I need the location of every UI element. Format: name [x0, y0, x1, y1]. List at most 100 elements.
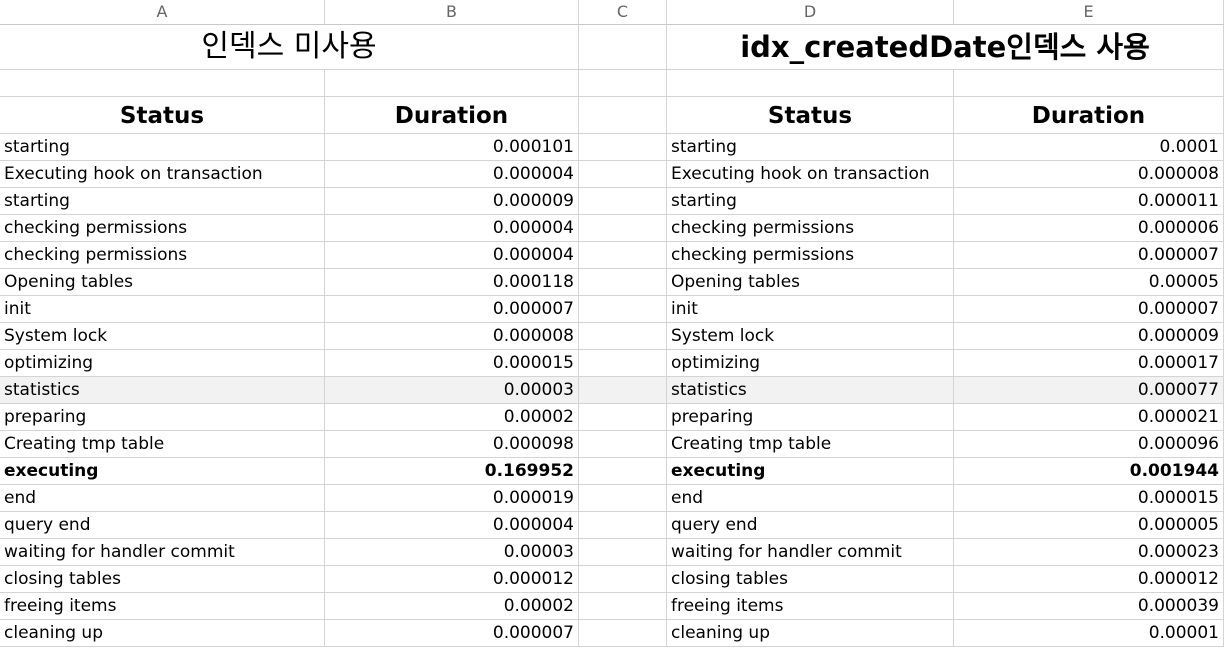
right-duration-cell[interactable]: 0.000005 — [954, 512, 1224, 539]
right-duration-cell[interactable]: 0.000015 — [954, 485, 1224, 512]
right-status-cell[interactable]: checking permissions — [667, 242, 954, 269]
right-duration-cell[interactable]: 0.000023 — [954, 539, 1224, 566]
right-duration-cell[interactable]: 0.000012 — [954, 566, 1224, 593]
spacer-cell[interactable] — [579, 323, 667, 350]
spacer-cell[interactable] — [579, 269, 667, 296]
right-duration-cell[interactable]: 0.000011 — [954, 188, 1224, 215]
right-status-cell[interactable]: query end — [667, 512, 954, 539]
right-status-cell[interactable]: closing tables — [667, 566, 954, 593]
spacer-cell[interactable] — [579, 620, 667, 647]
right-status-cell[interactable]: System lock — [667, 323, 954, 350]
spacer-cell[interactable] — [579, 97, 667, 134]
left-status-cell[interactable]: freeing items — [0, 593, 325, 620]
right-duration-cell[interactable]: 0.000009 — [954, 323, 1224, 350]
left-duration-cell[interactable]: 0.000019 — [325, 485, 579, 512]
blank-cell[interactable] — [954, 70, 1224, 97]
column-header-c[interactable]: C — [579, 0, 667, 25]
left-status-cell[interactable]: init — [0, 296, 325, 323]
blank-cell[interactable] — [325, 70, 579, 97]
right-status-cell[interactable]: waiting for handler commit — [667, 539, 954, 566]
spacer-cell[interactable] — [579, 296, 667, 323]
left-status-cell[interactable]: Opening tables — [0, 269, 325, 296]
spacer-cell[interactable] — [579, 593, 667, 620]
blank-cell[interactable] — [0, 70, 325, 97]
spacer-cell[interactable] — [579, 188, 667, 215]
left-duration-cell[interactable]: 0.169952 — [325, 458, 579, 485]
left-status-cell[interactable]: System lock — [0, 323, 325, 350]
spacer-cell[interactable] — [579, 377, 667, 404]
left-duration-cell[interactable]: 0.000004 — [325, 242, 579, 269]
spacer-cell[interactable] — [579, 512, 667, 539]
right-status-cell[interactable]: init — [667, 296, 954, 323]
spacer-cell[interactable] — [579, 215, 667, 242]
left-duration-cell[interactable]: 0.000012 — [325, 566, 579, 593]
left-status-cell[interactable]: cleaning up — [0, 620, 325, 647]
left-status-cell[interactable]: starting — [0, 134, 325, 161]
right-duration-cell[interactable]: 0.000017 — [954, 350, 1224, 377]
left-duration-cell[interactable]: 0.000101 — [325, 134, 579, 161]
right-duration-cell[interactable]: 0.000006 — [954, 215, 1224, 242]
spacer-cell[interactable] — [579, 134, 667, 161]
right-status-cell[interactable]: freeing items — [667, 593, 954, 620]
right-duration-cell[interactable]: 0.00001 — [954, 620, 1224, 647]
left-status-cell[interactable]: starting — [0, 188, 325, 215]
left-duration-cell[interactable]: 0.000004 — [325, 512, 579, 539]
left-status-cell[interactable]: statistics — [0, 377, 325, 404]
left-status-cell[interactable]: preparing — [0, 404, 325, 431]
left-title-cell[interactable]: 인덱스 미사용 — [0, 25, 579, 70]
left-status-cell[interactable]: optimizing — [0, 350, 325, 377]
spacer-cell[interactable] — [579, 431, 667, 458]
right-duration-cell[interactable]: 0.000039 — [954, 593, 1224, 620]
right-duration-cell[interactable]: 0.000007 — [954, 296, 1224, 323]
right-title-cell[interactable]: idx_createdDate인덱스 사용 — [667, 25, 1224, 70]
right-duration-cell[interactable]: 0.000077 — [954, 377, 1224, 404]
right-status-cell[interactable]: starting — [667, 188, 954, 215]
right-duration-cell[interactable]: 0.000007 — [954, 242, 1224, 269]
right-duration-cell[interactable]: 0.000021 — [954, 404, 1224, 431]
left-duration-cell[interactable]: 0.00003 — [325, 377, 579, 404]
left-status-cell[interactable]: query end — [0, 512, 325, 539]
left-status-cell[interactable]: Creating tmp table — [0, 431, 325, 458]
column-header-b[interactable]: B — [325, 0, 579, 25]
right-status-cell[interactable]: cleaning up — [667, 620, 954, 647]
left-status-header[interactable]: Status — [0, 97, 325, 134]
spacer-cell[interactable] — [579, 161, 667, 188]
spacer-cell[interactable] — [579, 350, 667, 377]
right-status-cell[interactable]: Executing hook on transaction — [667, 161, 954, 188]
right-duration-cell[interactable]: 0.0001 — [954, 134, 1224, 161]
left-status-cell[interactable]: waiting for handler commit — [0, 539, 325, 566]
right-duration-cell[interactable]: 0.001944 — [954, 458, 1224, 485]
left-duration-cell[interactable]: 0.000098 — [325, 431, 579, 458]
right-duration-cell[interactable]: 0.000096 — [954, 431, 1224, 458]
column-header-e[interactable]: E — [954, 0, 1224, 25]
left-duration-cell[interactable]: 0.000015 — [325, 350, 579, 377]
left-duration-cell[interactable]: 0.00003 — [325, 539, 579, 566]
column-header-d[interactable]: D — [667, 0, 954, 25]
left-duration-cell[interactable]: 0.000008 — [325, 323, 579, 350]
left-status-cell[interactable]: end — [0, 485, 325, 512]
blank-cell[interactable] — [579, 70, 667, 97]
spacer-cell[interactable] — [579, 25, 667, 70]
spacer-cell[interactable] — [579, 404, 667, 431]
spacer-cell[interactable] — [579, 485, 667, 512]
left-duration-cell[interactable]: 0.000004 — [325, 161, 579, 188]
right-status-cell[interactable]: statistics — [667, 377, 954, 404]
right-status-cell[interactable]: Creating tmp table — [667, 431, 954, 458]
right-status-cell[interactable]: preparing — [667, 404, 954, 431]
blank-cell[interactable] — [667, 70, 954, 97]
right-status-cell[interactable]: checking permissions — [667, 215, 954, 242]
right-duration-header[interactable]: Duration — [954, 97, 1224, 134]
right-duration-cell[interactable]: 0.00005 — [954, 269, 1224, 296]
left-duration-cell[interactable]: 0.00002 — [325, 593, 579, 620]
left-duration-cell[interactable]: 0.000004 — [325, 215, 579, 242]
column-header-a[interactable]: A — [0, 0, 325, 25]
right-status-cell[interactable]: executing — [667, 458, 954, 485]
left-status-cell[interactable]: executing — [0, 458, 325, 485]
left-status-cell[interactable]: checking permissions — [0, 215, 325, 242]
left-duration-header[interactable]: Duration — [325, 97, 579, 134]
spacer-cell[interactable] — [579, 539, 667, 566]
left-duration-cell[interactable]: 0.000118 — [325, 269, 579, 296]
left-status-cell[interactable]: closing tables — [0, 566, 325, 593]
right-status-cell[interactable]: Opening tables — [667, 269, 954, 296]
left-duration-cell[interactable]: 0.000009 — [325, 188, 579, 215]
